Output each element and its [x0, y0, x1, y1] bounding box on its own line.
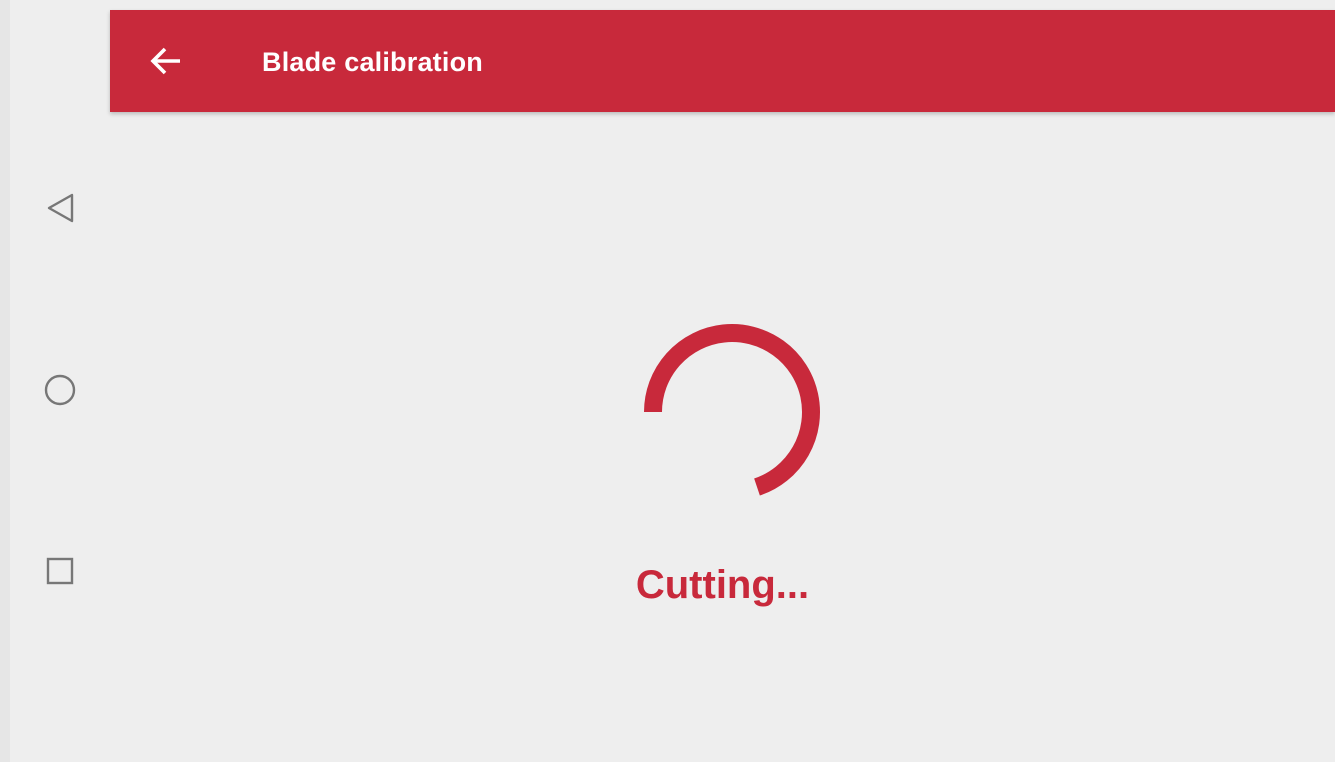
circular-progress-icon: [644, 324, 820, 496]
back-button[interactable]: [148, 43, 184, 79]
status-text: Cutting...: [635, 563, 810, 607]
app-bar: Blade calibration: [110, 10, 1335, 112]
screen-edge: [0, 0, 10, 762]
square-recents-icon: [46, 557, 74, 585]
nav-recents-button[interactable]: [40, 551, 80, 591]
system-navigation-bar: [10, 0, 110, 762]
nav-home-button[interactable]: [40, 370, 80, 410]
main-content: Cutting...: [110, 112, 1335, 762]
nav-back-button[interactable]: [40, 188, 80, 228]
circle-home-icon: [44, 374, 76, 406]
page-title: Blade calibration: [262, 47, 483, 77]
triangle-back-icon: [47, 193, 74, 223]
arrow-left-icon: [150, 47, 180, 75]
